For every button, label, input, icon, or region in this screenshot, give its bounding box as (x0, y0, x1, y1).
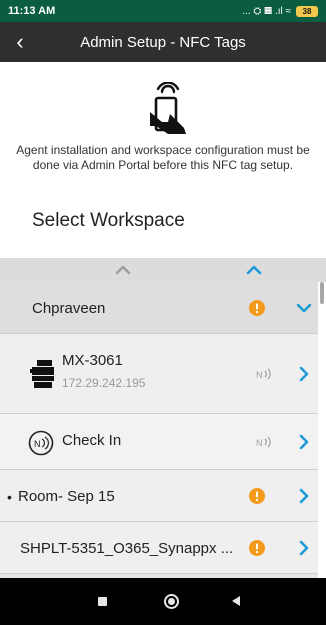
status-time: 11:13 AM (8, 5, 56, 17)
chevron-right-icon[interactable] (294, 364, 314, 384)
chevron-right-icon[interactable] (294, 538, 314, 558)
instruction-text: Agent installation and workspace configu… (16, 143, 310, 172)
chevron-up-active-icon[interactable] (244, 260, 264, 280)
device-row[interactable]: MX-3061 172.29.242.195 N (0, 334, 318, 414)
bullet: • (7, 489, 12, 505)
chevron-up-icon[interactable] (113, 260, 133, 280)
nfc-checkin-icon: N (28, 430, 54, 456)
alert-icon (249, 300, 265, 316)
chevron-down-icon[interactable] (294, 298, 314, 318)
alert-icon (249, 540, 265, 556)
svg-text:N: N (34, 439, 41, 449)
nfc-hand-tag-icon (150, 82, 186, 134)
checkin-row[interactable]: N Check In N (0, 414, 318, 470)
device-name: MX-3061 (62, 352, 123, 369)
svg-text:N: N (256, 438, 263, 448)
page-title: Admin Setup - NFC Tags (80, 33, 246, 51)
nfc-icon: N (256, 436, 271, 448)
list-scrollbar[interactable] (320, 282, 324, 304)
status-indicators-group: ... ⛭ ▦ .ıl ≈ 38 (242, 5, 318, 17)
room-row[interactable]: • Room- Sep 15 (0, 470, 318, 522)
system-nav-bar (0, 578, 326, 625)
nav-back-icon[interactable] (232, 596, 240, 606)
alert-icon (249, 488, 265, 504)
recent-apps-icon[interactable] (98, 597, 107, 606)
section-heading: Select Workspace (32, 210, 185, 231)
sort-row (0, 258, 326, 282)
back-arrow-icon[interactable]: ‹ (6, 28, 34, 56)
status-bar: 11:13 AM ... ⛭ ▦ .ıl ≈ 38 (0, 0, 326, 22)
battery-icon: 38 (296, 5, 318, 17)
chevron-right-icon[interactable] (294, 486, 314, 506)
printer-icon (30, 360, 54, 388)
room-label: Room- Sep 15 (18, 488, 115, 505)
home-icon[interactable] (164, 594, 179, 609)
device-ip: 172.29.242.195 (62, 376, 146, 390)
app-bar: ‹ Admin Setup - NFC Tags (0, 22, 326, 62)
shplt-row[interactable]: SHPLT-5351_O365_Synappx ... (0, 522, 318, 574)
workspace-list: Chpraveen MX-3061 172.29.242.195 N N Che… (0, 282, 326, 578)
shplt-label: SHPLT-5351_O365_Synappx ... (20, 540, 234, 557)
checkin-label: Check In (62, 432, 122, 449)
list-group-header[interactable]: Chpraveen (0, 282, 318, 334)
status-indicators: ... ⛭ ▦ .ıl ≈ (242, 5, 291, 17)
chevron-right-icon[interactable] (294, 432, 314, 452)
svg-text:N: N (256, 370, 263, 380)
group-label: Chpraveen (32, 300, 106, 317)
nfc-icon: N (256, 368, 271, 380)
